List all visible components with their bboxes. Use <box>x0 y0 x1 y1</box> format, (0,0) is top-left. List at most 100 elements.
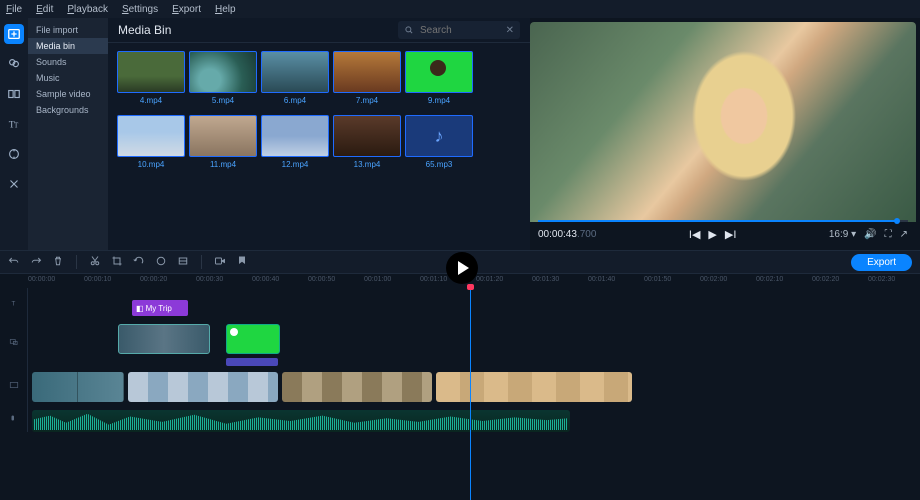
track-head-audio[interactable] <box>0 404 28 432</box>
media-panel: Media Bin ✕ 4.mp4 5.mp4 6.mp4 7.mp4 9.mp4 10.… <box>108 18 530 250</box>
media-clip[interactable]: 13.mp4 <box>334 115 400 173</box>
play-icon[interactable]: ▶ <box>708 228 716 241</box>
clip-label: 5.mp4 <box>212 96 234 105</box>
ruler-tick: 00:02:10 <box>756 276 783 283</box>
media-clip[interactable]: 4.mp4 <box>118 51 184 109</box>
ruler-tick: 00:00:00 <box>28 276 55 283</box>
volume-icon[interactable]: 🔊 <box>864 229 876 240</box>
crop-icon[interactable] <box>111 255 123 270</box>
media-clip[interactable]: 10.mp4 <box>118 115 184 173</box>
clip-label: 65.mp3 <box>426 160 453 169</box>
media-clip[interactable]: 5.mp4 <box>190 51 256 109</box>
clip-label: 12.mp4 <box>282 160 309 169</box>
clip-thumb <box>189 115 257 157</box>
cut-icon[interactable] <box>89 255 101 270</box>
search-box[interactable]: ✕ <box>398 21 520 39</box>
video-clip-2[interactable] <box>128 372 278 402</box>
menubar: File Edit Playback Settings Export Help <box>0 0 920 18</box>
pip-clip-1[interactable] <box>118 324 210 354</box>
clip-thumb <box>333 51 401 93</box>
filelist-mediabin[interactable]: Media bin <box>28 38 108 54</box>
pip-link-clip[interactable] <box>226 358 278 366</box>
media-panel-title: Media Bin <box>118 23 171 37</box>
menu-settings[interactable]: Settings <box>122 4 158 15</box>
menu-help[interactable]: Help <box>215 4 236 15</box>
ruler-tick: 00:01:10 <box>420 276 447 283</box>
clip-label: 10.mp4 <box>138 160 165 169</box>
transitions-icon[interactable] <box>4 84 24 104</box>
audio-clip[interactable] <box>32 410 570 432</box>
keyframes-icon[interactable] <box>4 144 24 164</box>
prev-frame-icon[interactable]: I◀ <box>689 228 701 241</box>
video-clip-4[interactable] <box>436 372 632 402</box>
media-clip[interactable]: 9.mp4 <box>406 51 472 109</box>
track-head-video[interactable] <box>0 366 28 404</box>
filelist-music[interactable]: Music <box>28 70 108 86</box>
ruler-tick: 00:02:30 <box>868 276 895 283</box>
media-clip[interactable]: 6.mp4 <box>262 51 328 109</box>
preview-panel: 00:00:43.700 I◀ ▶ ▶I 16:9 ▾ 🔊 ⛶ ↗ <box>530 22 916 246</box>
export-button[interactable]: Export <box>851 254 912 271</box>
svg-text:T: T <box>11 301 15 308</box>
rotate-icon[interactable] <box>133 255 145 270</box>
filters-icon[interactable] <box>4 54 24 74</box>
preview-viewport[interactable] <box>530 22 916 222</box>
overlay-play-button[interactable] <box>446 252 478 284</box>
media-clip[interactable]: 11.mp4 <box>190 115 256 173</box>
menu-edit[interactable]: Edit <box>36 4 53 15</box>
redo-icon[interactable] <box>30 255 42 270</box>
title-clip[interactable]: ◧My Trip <box>132 300 188 316</box>
ruler-tick: 00:00:40 <box>252 276 279 283</box>
clip-thumb <box>189 51 257 93</box>
undo-icon[interactable] <box>8 255 20 270</box>
marker-icon[interactable] <box>236 255 248 270</box>
playhead[interactable] <box>470 288 471 500</box>
clear-search-icon[interactable]: ✕ <box>506 25 514 36</box>
clip-thumb: ♪ <box>405 115 473 157</box>
filelist-backgrounds[interactable]: Backgrounds <box>28 102 108 118</box>
filelist-sounds[interactable]: Sounds <box>28 54 108 70</box>
ruler-tick: 00:00:20 <box>140 276 167 283</box>
track-head-title[interactable]: T <box>0 288 28 318</box>
ruler-tick: 00:00:10 <box>84 276 111 283</box>
clip-label: 4.mp4 <box>140 96 162 105</box>
record-icon[interactable] <box>214 255 226 270</box>
color-icon[interactable] <box>155 255 167 270</box>
media-clip[interactable]: 12.mp4 <box>262 115 328 173</box>
video-clip-3[interactable] <box>282 372 432 402</box>
timeline: T ◧My Trip <box>0 288 920 500</box>
delete-icon[interactable] <box>52 255 64 270</box>
clip-label: 11.mp4 <box>210 160 236 169</box>
aspect-ratio-button[interactable]: 16:9 ▾ <box>829 229 856 240</box>
timeline-tracks[interactable]: ◧My Trip <box>28 288 920 500</box>
more-tools-icon[interactable] <box>4 174 24 194</box>
ruler-tick: 00:01:30 <box>532 276 559 283</box>
clip-thumb <box>261 115 329 157</box>
media-clip[interactable]: 7.mp4 <box>334 51 400 109</box>
next-frame-icon[interactable]: ▶I <box>725 228 737 241</box>
ruler-tick: 00:01:40 <box>588 276 615 283</box>
search-icon <box>404 25 414 35</box>
track-head-pip[interactable] <box>0 318 28 366</box>
ruler-tick: 00:01:00 <box>364 276 391 283</box>
menu-export[interactable]: Export <box>172 4 201 15</box>
titles-icon[interactable]: TT <box>4 114 24 134</box>
import-icon[interactable] <box>4 24 24 44</box>
filelist-import[interactable]: File import <box>28 22 108 38</box>
filelist-samplevideo[interactable]: Sample video <box>28 86 108 102</box>
media-clip[interactable]: ♪ 65.mp3 <box>406 115 472 173</box>
clip-props-icon[interactable] <box>177 255 189 270</box>
menu-file[interactable]: File <box>6 4 22 15</box>
preview-scrubber[interactable] <box>538 220 908 224</box>
ruler-tick: 00:01:50 <box>644 276 671 283</box>
preview-frame-content <box>684 46 804 196</box>
clip-label: 7.mp4 <box>356 96 378 105</box>
pip-clip-2[interactable] <box>226 324 280 354</box>
file-list: File import Media bin Sounds Music Sampl… <box>28 18 108 250</box>
video-clip-1[interactable] <box>32 372 124 402</box>
menu-playback[interactable]: Playback <box>67 4 108 15</box>
popout-icon[interactable]: ↗ <box>900 229 908 240</box>
fullscreen-icon[interactable]: ⛶ <box>885 229 892 240</box>
search-input[interactable] <box>418 24 502 37</box>
clip-thumb <box>405 51 473 93</box>
